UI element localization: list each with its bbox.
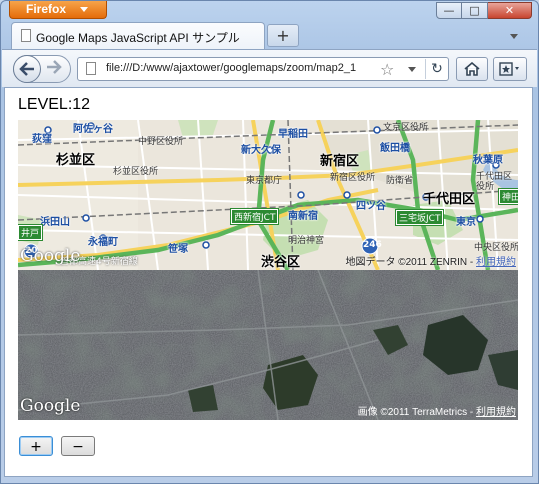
map-label-tokyo: 東京 <box>456 217 476 228</box>
map-label-miyakezaka-jct: 三宅坂JCT <box>394 209 445 226</box>
map-label-shinjuku: 新宿区 <box>320 154 360 169</box>
terms-link[interactable]: 利用規約 <box>476 407 516 418</box>
firefox-menu-button[interactable]: Firefox <box>9 1 107 19</box>
star-icon[interactable]: ☆ <box>380 60 394 79</box>
map-label-shibuya: 渋谷区 <box>261 255 301 270</box>
back-button[interactable] <box>13 55 41 83</box>
google-logo[interactable]: Google <box>20 396 80 416</box>
firefox-menu-label: Firefox <box>26 2 67 16</box>
back-arrow-icon <box>19 62 34 76</box>
terms-link[interactable]: 利用規約 <box>476 257 516 268</box>
map-label-meijijingu: 明治神宮 <box>288 236 325 246</box>
zoom-out-button[interactable]: − <box>61 436 95 456</box>
maximize-button[interactable]: □ <box>462 2 488 19</box>
tab-list-icon[interactable] <box>510 34 518 39</box>
browser-window: Firefox — □ ✕ Google Maps JavaScript API… <box>0 0 539 484</box>
address-bar[interactable]: file:///D:/www/ajaxtower/googlemaps/zoom… <box>77 57 449 81</box>
new-tab-button[interactable]: + <box>267 24 299 47</box>
minimize-button[interactable]: — <box>436 2 462 19</box>
zoom-in-button[interactable]: + <box>19 436 53 456</box>
forward-button[interactable] <box>46 60 62 78</box>
map-label-iidabashi: 飯田橋 <box>380 143 410 154</box>
map-label-shinokubo: 新大久保 <box>241 145 281 156</box>
map-label-chiyoda: 千代田区 <box>423 192 476 207</box>
attribution-text: 地図データ ©2011 ZENRIN - <box>345 257 476 268</box>
map-label-waseda: 早稲田 <box>278 129 308 140</box>
map-label-minamishinjuku: 南新宿 <box>288 211 318 222</box>
map-label-akihabara: 秋葉原 <box>473 155 503 166</box>
map-label-chuo-ward-office: 中央区役所 <box>474 243 518 253</box>
map-label-suginami-ward-office: 杉並区役所 <box>113 167 159 177</box>
home-icon <box>464 61 480 76</box>
map-label-suginami: 杉並区 <box>56 153 96 168</box>
zoom-level-text: LEVEL:12 <box>18 96 91 113</box>
map-label-ido: 井戸 <box>18 224 44 241</box>
page-content: LEVEL:12 阿佐ヶ谷 荻窪 中野区役所 早稲田 文京区役所 杉並区 杉並区… <box>4 87 533 477</box>
map-label-asagaya: 阿佐ヶ谷 <box>73 124 113 135</box>
satellite-map[interactable]: Google 画像 ©2011 TerraMetrics - 利用規約 <box>18 270 518 420</box>
history-dropdown-icon[interactable] <box>408 67 416 72</box>
home-button[interactable] <box>456 57 488 81</box>
map-label-tocho: 東京都庁 <box>246 176 283 186</box>
route-246-marker: 246 <box>363 240 382 250</box>
map-label-ogikubo: 荻窪 <box>32 134 52 145</box>
window-controls: — □ ✕ <box>436 2 532 20</box>
map-label-yotsuya: 四ツ谷 <box>356 201 386 212</box>
map-label-kandabashi: 神田橋 <box>497 188 518 205</box>
url-text[interactable]: file:///D:/www/ajaxtower/googlemaps/zoom… <box>106 62 376 74</box>
map-label-nakano-ward-office: 中野区役所 <box>138 137 184 147</box>
map-label-shinjuku-ward-office: 新宿区役所 <box>330 173 376 183</box>
reload-button[interactable]: ↻ <box>425 59 448 79</box>
forward-arrow-icon <box>47 60 62 74</box>
close-button[interactable]: ✕ <box>488 2 532 19</box>
map-attribution: 画像 ©2011 TerraMetrics - 利用規約 <box>358 403 516 418</box>
bookmarks-button[interactable] <box>493 57 527 81</box>
map-label-eifukucho: 永福町 <box>88 237 118 248</box>
chevron-down-icon <box>80 7 88 12</box>
back-forward-group <box>13 55 71 83</box>
attribution-text: 画像 ©2011 TerraMetrics - <box>357 407 476 418</box>
tab-title: Google Maps JavaScript API サンプル <box>36 31 240 45</box>
map-attribution: 地図データ ©2011 ZENRIN - 利用規約 <box>345 253 516 268</box>
map-label-boeisho: 防衛省 <box>386 176 414 186</box>
page-icon <box>86 62 96 75</box>
map-label-bunkyo-ward-office: 文京区役所 <box>383 123 429 133</box>
tab-active[interactable]: Google Maps JavaScript API サンプル <box>11 22 265 49</box>
google-logo[interactable]: Google <box>20 246 80 266</box>
map-label-nishishinjuku-jct: 西新宿JCT <box>229 208 280 225</box>
bookmarks-icon <box>499 62 519 76</box>
map-label-hamadayama: 浜田山 <box>40 217 70 228</box>
map-label-sasazuka: 笹塚 <box>168 244 188 255</box>
page-icon <box>21 29 31 42</box>
road-map[interactable]: 阿佐ヶ谷 荻窪 中野区役所 早稲田 文京区役所 杉並区 杉並区役所 新大久保 新… <box>18 120 518 270</box>
satellite-map-graphics <box>18 270 518 420</box>
navigation-toolbar: file:///D:/www/ajaxtower/googlemaps/zoom… <box>2 49 537 87</box>
